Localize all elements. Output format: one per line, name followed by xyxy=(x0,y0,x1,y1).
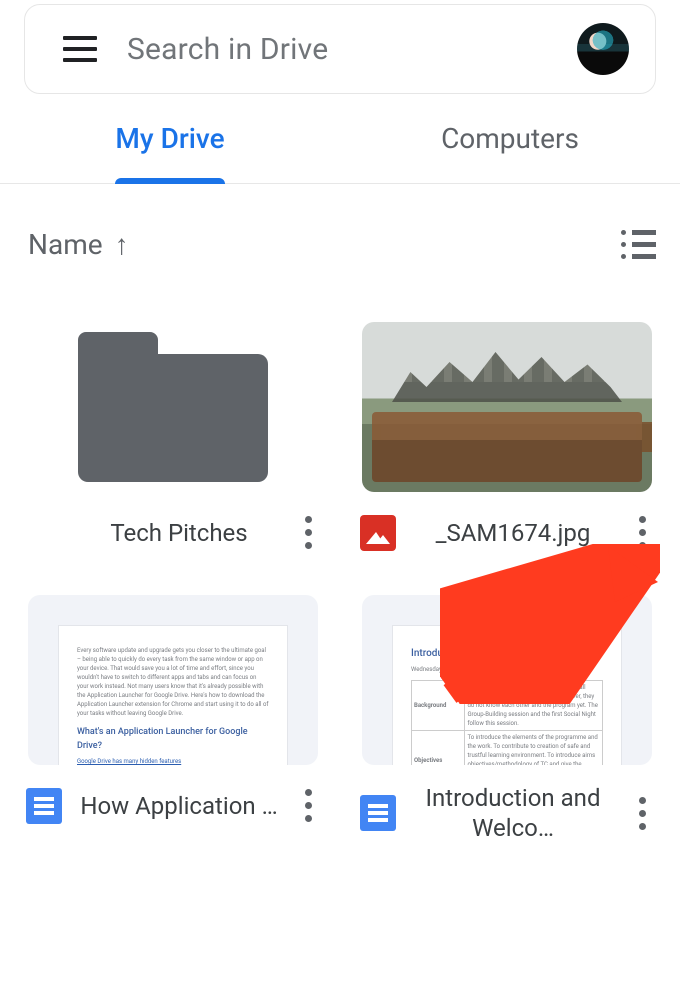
menu-icon[interactable] xyxy=(63,36,97,62)
tab-computers[interactable]: Computers xyxy=(340,94,680,183)
more-options-button[interactable] xyxy=(630,510,654,555)
image-icon xyxy=(360,515,396,551)
file-grid: Tech Pitches _SAM1674.jpg Every software… xyxy=(0,274,680,843)
more-options-button[interactable] xyxy=(296,510,320,555)
folder-icon xyxy=(78,332,268,482)
preview-sub: Wednesday September 26th xyxy=(411,665,603,674)
grid-item-doc[interactable]: Every software update and upgrade gets y… xyxy=(20,595,326,843)
preview-heading: Introduction and Welcome xyxy=(411,646,603,661)
doc-thumbnail: Every software update and upgrade gets y… xyxy=(28,595,318,765)
item-name: _SAM1674.jpg xyxy=(406,518,620,548)
list-view-icon[interactable] xyxy=(621,230,656,259)
preview-heading: What's an Application Launcher for Googl… xyxy=(77,726,269,753)
preview-text: Every software update and upgrade gets y… xyxy=(77,646,269,718)
folder-thumbnail xyxy=(28,322,318,492)
more-options-button[interactable] xyxy=(630,791,654,836)
docs-icon xyxy=(360,795,396,831)
grid-item-image[interactable]: _SAM1674.jpg xyxy=(354,322,660,555)
sort-label-text: Name xyxy=(28,228,103,261)
sort-button[interactable]: Name ↑ xyxy=(28,228,129,261)
doc-thumbnail: Introduction and Welcome Wednesday Septe… xyxy=(362,595,652,765)
search-bar[interactable]: Search in Drive xyxy=(24,4,656,94)
item-name: How Application … xyxy=(72,791,286,821)
sort-row: Name ↑ xyxy=(0,184,680,274)
arrow-up-icon: ↑ xyxy=(115,228,129,261)
search-input[interactable]: Search in Drive xyxy=(127,32,577,67)
docs-icon xyxy=(26,788,62,824)
tab-my-drive[interactable]: My Drive xyxy=(0,94,340,183)
preview-link: Google Drive has many hidden features xyxy=(77,757,269,765)
more-options-button[interactable] xyxy=(296,783,320,828)
grid-item-folder[interactable]: Tech Pitches xyxy=(20,322,326,555)
item-name: Introduction and Welco… xyxy=(406,783,620,843)
grid-item-doc[interactable]: Introduction and Welcome Wednesday Septe… xyxy=(354,595,660,843)
image-thumbnail xyxy=(362,322,652,492)
preview-table: Background The participants just arrived… xyxy=(411,680,603,765)
item-name: Tech Pitches xyxy=(72,518,286,548)
tabs: My Drive Computers xyxy=(0,94,680,184)
avatar[interactable] xyxy=(577,23,629,75)
